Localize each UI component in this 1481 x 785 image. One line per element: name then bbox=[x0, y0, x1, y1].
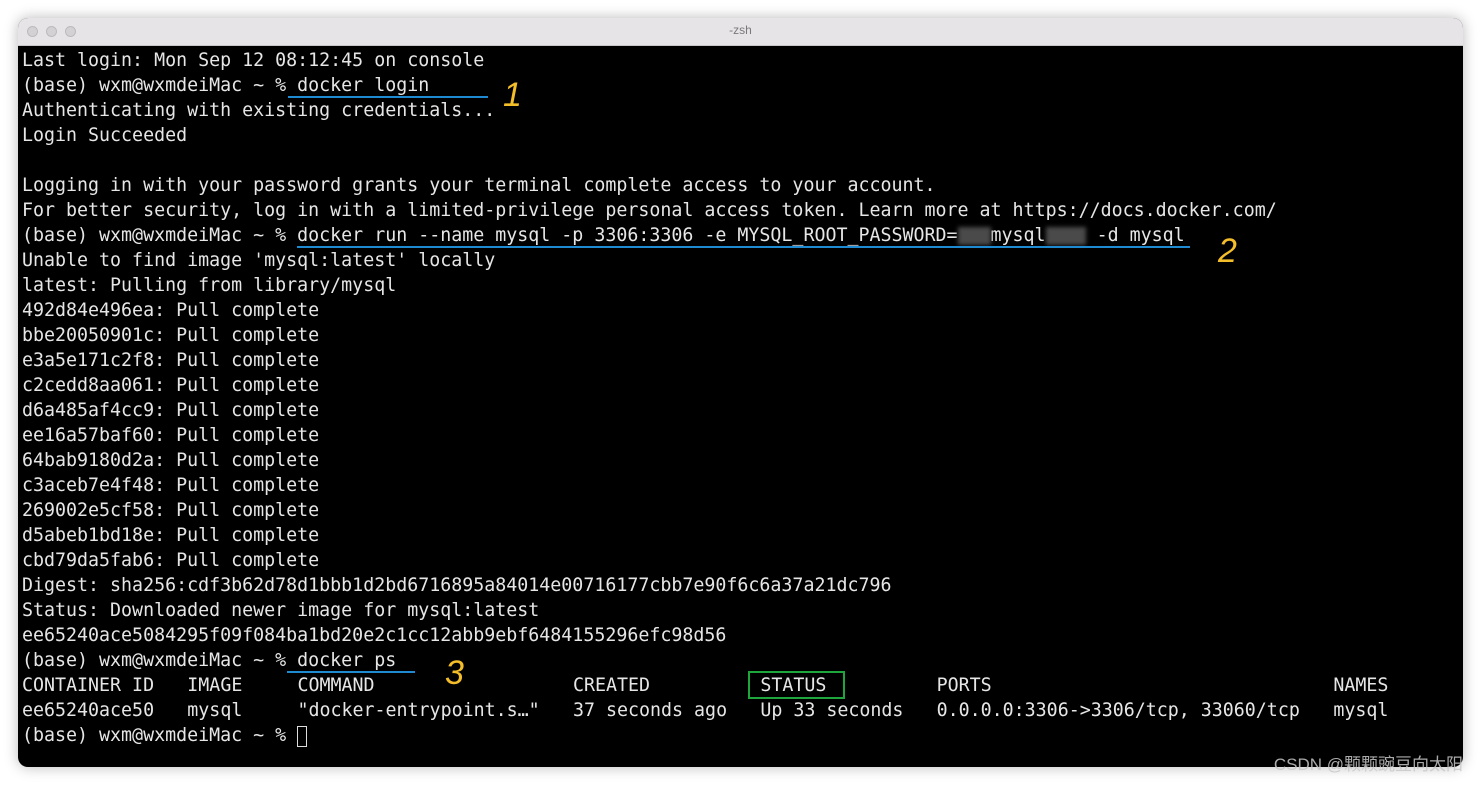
watermark: CSDN @颗颗豌豆向太阳 bbox=[1273, 755, 1463, 774]
status-highlight-box bbox=[748, 671, 845, 699]
column-header: CREATED bbox=[572, 675, 651, 696]
terminal-line: d5abeb1bd18e: Pull complete bbox=[22, 525, 320, 546]
terminal-line: Login Succeeded bbox=[22, 125, 188, 146]
annotation-underline-2 bbox=[297, 246, 1190, 248]
run-command-line: (base) wxm@wxmdeiMac ~ % docker run --na… bbox=[22, 223, 1388, 248]
command-text: -d mysql bbox=[1085, 225, 1185, 246]
terminal-line: Unable to find image 'mysql:latest' loca… bbox=[22, 250, 496, 271]
title-bar: -zsh bbox=[18, 18, 1463, 46]
table-cell: mysql bbox=[187, 700, 243, 721]
prompt: (base) wxm@wxmdeiMac ~ % bbox=[22, 725, 298, 746]
terminal-line: (base) wxm@wxmdeiMac ~ % docker ps bbox=[22, 650, 397, 671]
column-header: IMAGE bbox=[187, 675, 243, 696]
terminal-line: e3a5e171c2f8: Pull complete bbox=[22, 350, 320, 371]
terminal-line: c3aceb7e4f48: Pull complete bbox=[22, 475, 320, 496]
table-row: ee65240ace50 mysql "docker-entrypoint.s…" 3… bbox=[22, 698, 1388, 723]
table-cell: Up 33 seconds bbox=[760, 700, 904, 721]
terminal-window: -zsh Last login: Mon Sep 12 08:12:45 on … bbox=[18, 18, 1463, 767]
command-text: (base) wxm@wxmdeiMac ~ % docker run --na… bbox=[22, 225, 958, 246]
column-header: NAMES bbox=[1333, 675, 1389, 696]
terminal-line: 64bab9180d2a: Pull complete bbox=[22, 450, 320, 471]
terminal-line: For better security, log in with a limit… bbox=[22, 200, 1277, 221]
window-title: -zsh bbox=[729, 23, 752, 37]
terminal-line: d6a485af4cc9: Pull complete bbox=[22, 400, 320, 421]
terminal-line: latest: Pulling from library/mysql bbox=[22, 275, 397, 296]
annotation-underline-3 bbox=[287, 671, 415, 673]
cursor bbox=[297, 725, 308, 747]
terminal-line: ee16a57baf60: Pull complete bbox=[22, 425, 320, 446]
terminal-line: 269002e5cf58: Pull complete bbox=[22, 500, 320, 521]
terminal-line: Authenticating with existing credentials… bbox=[22, 100, 496, 121]
terminal-line: cbd79da5fab6: Pull complete bbox=[22, 550, 320, 571]
table-cell: "docker-entrypoint.s…" bbox=[297, 700, 540, 721]
terminal-line: Logging in with your password grants you… bbox=[22, 175, 936, 196]
terminal-line: Status: Downloaded newer image for mysql… bbox=[22, 600, 540, 621]
table-cell: 37 seconds ago bbox=[572, 700, 728, 721]
terminal-output[interactable]: Last login: Mon Sep 12 08:12:45 on conso… bbox=[22, 48, 1388, 748]
docker-ps-table: CONTAINER ID IMAGE COMMAND CREATED STATUS POR… bbox=[22, 673, 1388, 723]
terminal-line: c2cedd8aa061: Pull complete bbox=[22, 375, 320, 396]
command-text: mysql bbox=[990, 225, 1046, 246]
annotation-underline-1 bbox=[288, 96, 488, 98]
table-cell: 0.0.0.0:3306->3306/tcp, 33060/tcp bbox=[936, 700, 1300, 721]
column-header: COMMAND bbox=[297, 675, 375, 696]
prompt-line[interactable]: (base) wxm@wxmdeiMac ~ % bbox=[22, 723, 1388, 748]
terminal-line: (base) wxm@wxmdeiMac ~ % docker login bbox=[22, 75, 430, 96]
annotation-number-2: 2 bbox=[1218, 232, 1237, 270]
column-header: PORTS bbox=[936, 675, 992, 696]
terminal-line: bbe20050901c: Pull complete bbox=[22, 325, 320, 346]
terminal-line: Digest: sha256:cdf3b62d78d1bbb1d2bd67168… bbox=[22, 575, 892, 596]
annotation-number-3: 3 bbox=[445, 654, 464, 692]
redacted-text bbox=[1045, 227, 1086, 245]
column-header: CONTAINER ID bbox=[22, 675, 155, 696]
redacted-text bbox=[957, 227, 991, 245]
terminal-line: Last login: Mon Sep 12 08:12:45 on conso… bbox=[22, 50, 485, 71]
terminal-line: ee65240ace5084295f09f084ba1bd20e2c1cc12a… bbox=[22, 625, 727, 646]
terminal-line: 492d84e496ea: Pull complete bbox=[22, 300, 320, 321]
table-header: CONTAINER ID IMAGE COMMAND CREATED STATUS POR… bbox=[22, 673, 1388, 698]
table-cell: ee65240ace50 bbox=[22, 700, 155, 721]
table-cell: mysql bbox=[1333, 700, 1389, 721]
annotation-number-1: 1 bbox=[503, 76, 522, 114]
